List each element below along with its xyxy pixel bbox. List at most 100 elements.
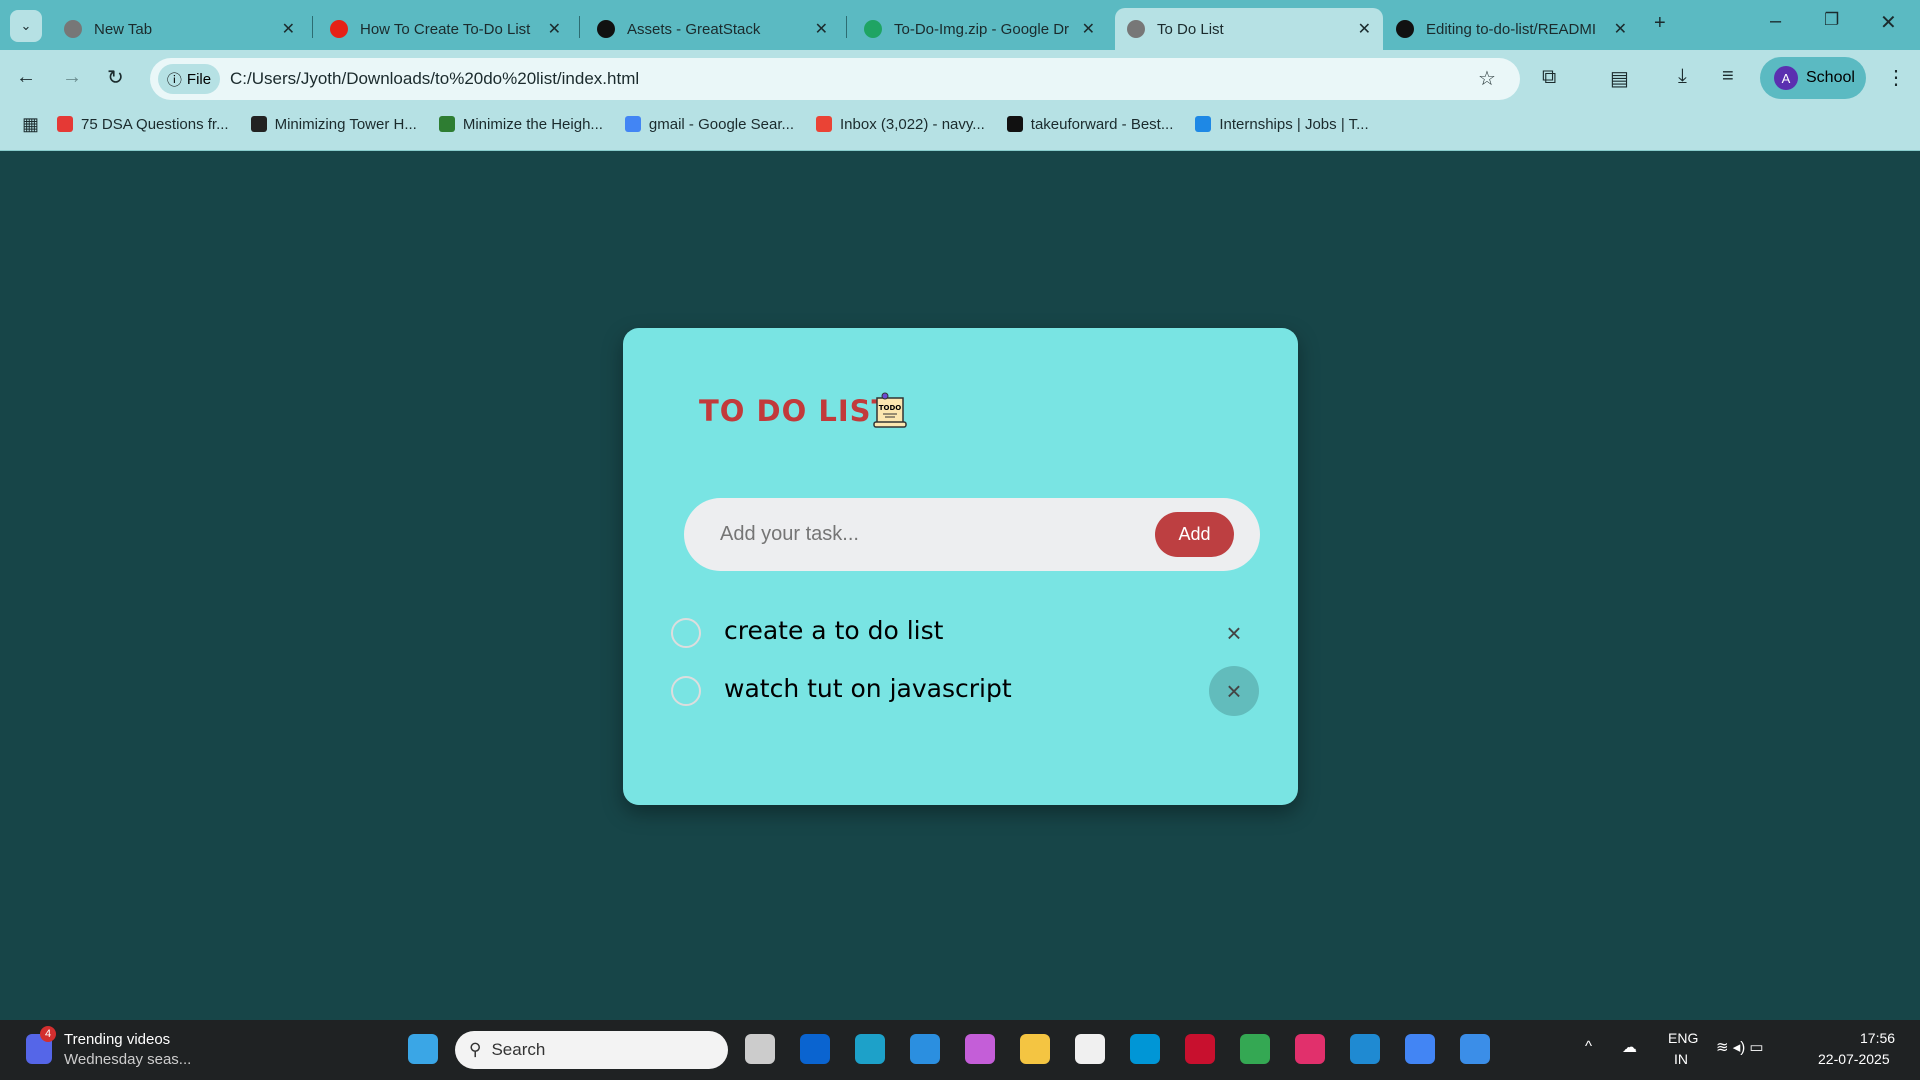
language-bottom[interactable]: IN bbox=[1674, 1051, 1688, 1067]
restore-button[interactable]: ❐ bbox=[1824, 10, 1839, 30]
media-control-icon[interactable]: ≡ bbox=[1722, 65, 1734, 88]
close-tab-icon[interactable]: ✕ bbox=[1614, 19, 1627, 39]
file-explorer-icon[interactable] bbox=[1020, 1034, 1050, 1064]
myhp-icon[interactable] bbox=[1130, 1034, 1160, 1064]
store-icon[interactable] bbox=[1075, 1034, 1105, 1064]
extensions-icon[interactable]: ⧉ bbox=[1542, 66, 1556, 89]
close-tab-icon[interactable]: ✕ bbox=[1358, 19, 1371, 39]
profile-label: School bbox=[1806, 69, 1855, 86]
site-info-chip[interactable]: ⓘ File bbox=[158, 64, 220, 94]
menu-icon[interactable]: ⋮ bbox=[1886, 65, 1906, 90]
vscode-icon[interactable] bbox=[1350, 1034, 1380, 1064]
tab-search-button[interactable]: ⌄ bbox=[10, 10, 42, 42]
task-item[interactable]: watch tut on javascript × bbox=[663, 666, 1263, 716]
tab[interactable]: To Do List ✕ bbox=[1115, 8, 1383, 50]
app-title: TO DO LIST bbox=[699, 394, 893, 428]
clock-time[interactable]: 17:56 bbox=[1860, 1030, 1895, 1046]
close-window-button[interactable]: ✕ bbox=[1880, 10, 1897, 35]
tab-label: To-Do-Img.zip - Google Dr bbox=[894, 20, 1070, 38]
close-tab-icon[interactable]: ✕ bbox=[548, 19, 561, 39]
tab[interactable]: Editing to-do-list/READMI ✕ bbox=[1384, 8, 1639, 50]
tab-separator bbox=[312, 16, 313, 38]
tab[interactable]: New Tab ✕ bbox=[52, 8, 307, 50]
bookmark-label: takeuforward - Best... bbox=[1030, 115, 1174, 133]
todo-note-icon: TODO bbox=[873, 392, 907, 428]
tab[interactable]: How To Create To-Do List ✕ bbox=[318, 8, 573, 50]
tab-label: Assets - GreatStack bbox=[627, 20, 761, 38]
bookmark-favicon-icon bbox=[1006, 116, 1023, 132]
close-tab-icon[interactable]: ✕ bbox=[1082, 19, 1095, 39]
file-label: File bbox=[186, 70, 212, 88]
task-input-row: Add bbox=[684, 498, 1260, 571]
close-tab-icon[interactable]: ✕ bbox=[815, 19, 828, 39]
edge-icon[interactable] bbox=[855, 1034, 885, 1064]
url-text[interactable]: C:/Users/Jyoth/Downloads/to%20do%20list/… bbox=[230, 69, 639, 89]
bookmark-favicon-icon bbox=[438, 116, 455, 132]
chrome-profile-icon[interactable] bbox=[1405, 1034, 1435, 1064]
tab-strip: ⌄ New Tab ✕ How To Create To-Do List ✕ Asset… bbox=[0, 0, 1920, 50]
show-hidden-icons[interactable]: ^ bbox=[1585, 1038, 1592, 1055]
back-icon[interactable]: ← bbox=[16, 66, 36, 89]
tab-favicon-icon bbox=[597, 20, 615, 38]
help-icon[interactable] bbox=[910, 1034, 940, 1064]
bookmark-label: Inbox (3,022) - navy... bbox=[840, 115, 985, 133]
chrome-icon[interactable] bbox=[1240, 1034, 1270, 1064]
widget-title[interactable]: Trending videos bbox=[64, 1031, 170, 1048]
close-tab-icon[interactable]: ✕ bbox=[282, 19, 295, 39]
tab-favicon-icon bbox=[330, 20, 348, 38]
copilot-icon[interactable] bbox=[965, 1034, 995, 1064]
bookmark-item[interactable]: Internships | Jobs | T... bbox=[1195, 116, 1369, 133]
bookmark-item[interactable]: Minimize the Heigh... bbox=[438, 115, 603, 133]
bookmark-item[interactable]: 75 DSA Questions fr... bbox=[57, 116, 229, 133]
search-label: Search bbox=[491, 1040, 546, 1059]
bookmarks-bar: ▦ 75 DSA Questions fr... Minimizing Tower… bbox=[0, 106, 1391, 142]
unchecked-circle-icon[interactable] bbox=[671, 676, 701, 706]
bookmark-favicon-icon bbox=[816, 116, 832, 132]
outlook-icon[interactable] bbox=[800, 1034, 830, 1064]
task-item[interactable]: create a to do list × bbox=[663, 608, 1263, 658]
bookmark-item[interactable]: gmail - Google Sear... bbox=[624, 116, 794, 133]
language-top[interactable]: ENG bbox=[1668, 1030, 1698, 1046]
start-icon[interactable] bbox=[408, 1034, 438, 1064]
taskbar-search[interactable]: ⚲ Search bbox=[455, 1031, 728, 1069]
new-tab-button[interactable]: + bbox=[1654, 12, 1666, 35]
bookmark-favicon-icon bbox=[624, 116, 641, 132]
toolbar: ← → ↻ ⓘ File C:/Users/Jyoth/Downloads/to%… bbox=[0, 50, 1920, 151]
instagram-icon[interactable] bbox=[1295, 1034, 1325, 1064]
add-button[interactable]: Add bbox=[1155, 512, 1234, 557]
apps-icon[interactable]: ▦ bbox=[22, 114, 39, 135]
tab[interactable]: To-Do-Img.zip - Google Dr ✕ bbox=[852, 8, 1107, 50]
delete-task-button[interactable]: × bbox=[1209, 666, 1259, 716]
bookmark-star-icon[interactable]: ☆ bbox=[1478, 66, 1496, 91]
bookmark-label: 75 DSA Questions fr... bbox=[81, 115, 229, 133]
clock-date[interactable]: 22-07-2025 bbox=[1818, 1051, 1890, 1067]
profile-button[interactable]: A School bbox=[1760, 57, 1866, 99]
unchecked-circle-icon[interactable] bbox=[671, 618, 701, 648]
tab-favicon-icon bbox=[864, 20, 882, 38]
photos-icon[interactable] bbox=[1460, 1034, 1490, 1064]
tab-favicon-icon bbox=[1127, 20, 1145, 38]
bookmark-item[interactable]: Inbox (3,022) - navy... bbox=[816, 116, 985, 133]
tab[interactable]: Assets - GreatStack ✕ bbox=[585, 8, 840, 50]
minimize-button[interactable]: – bbox=[1770, 10, 1781, 33]
mcafee-icon[interactable] bbox=[1185, 1034, 1215, 1064]
task-view-icon[interactable] bbox=[745, 1034, 775, 1064]
bookmark-favicon-icon bbox=[57, 116, 74, 132]
avatar: A bbox=[1774, 66, 1798, 90]
reading-list-icon[interactable]: ▤ bbox=[1610, 66, 1629, 91]
bookmark-item[interactable]: Minimizing Tower H... bbox=[250, 116, 417, 133]
delete-task-button[interactable]: × bbox=[1209, 608, 1259, 658]
widget-badge: 4 bbox=[40, 1026, 56, 1042]
reload-icon[interactable]: ↻ bbox=[107, 65, 124, 90]
onedrive-icon[interactable]: ☁ bbox=[1622, 1038, 1637, 1056]
forward-icon[interactable]: → bbox=[62, 66, 82, 89]
wifi-volume-battery-icons[interactable]: ≋ ◂) ▭ bbox=[1716, 1038, 1764, 1056]
task-text: watch tut on javascript bbox=[724, 674, 1012, 703]
tab-label: Editing to-do-list/READMI bbox=[1426, 20, 1597, 38]
bookmark-label: Minimize the Heigh... bbox=[462, 115, 603, 133]
bookmark-item[interactable]: takeuforward - Best... bbox=[1006, 115, 1174, 133]
download-icon[interactable]: ⤓ bbox=[1678, 65, 1687, 88]
tab-label: How To Create To-Do List bbox=[360, 20, 531, 38]
task-input[interactable] bbox=[720, 516, 1120, 552]
address-bar[interactable]: ⓘ File C:/Users/Jyoth/Downloads/to%20do%2… bbox=[150, 58, 1520, 100]
